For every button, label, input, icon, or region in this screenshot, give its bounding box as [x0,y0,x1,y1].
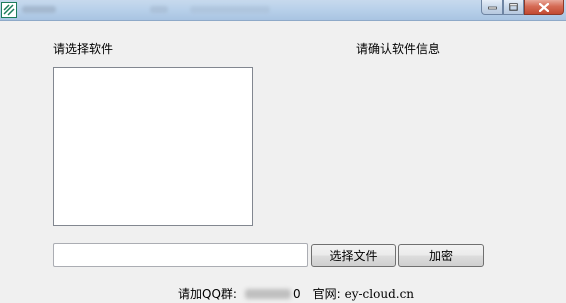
title-bar[interactable] [0,0,566,21]
qq-group-label: 请加QQ群: [178,287,237,301]
encrypt-button[interactable]: 加密 [398,244,484,267]
close-icon [539,2,549,12]
website-link[interactable]: ey-cloud.cn [345,287,414,301]
maximize-button[interactable] [503,0,524,15]
select-file-button[interactable]: 选择文件 [311,244,396,267]
website-label: 官网: [312,287,341,301]
file-path-input[interactable] [53,243,308,267]
main-window: 请选择软件 请确认软件信息 选择文件 加密 请加QQ群: 0 官网: ey-cl… [0,0,566,303]
minimize-icon [487,6,497,10]
qq-group-number-blurred [244,288,291,299]
app-logo-icon [1,2,17,18]
close-button[interactable] [524,0,564,15]
footer-info: 请加QQ群: 0 官网: ey-cloud.cn [178,285,414,302]
confirm-info-label: 请确认软件信息 [356,42,441,56]
window-title-blurred [22,6,56,13]
software-list[interactable] [53,67,253,226]
qq-group-number-tail: 0 [292,286,301,301]
minimize-button[interactable] [481,0,503,15]
select-software-label: 请选择软件 [53,42,114,56]
title-blur-mark [150,6,168,13]
title-blur-mark [190,6,270,13]
maximize-icon [509,3,518,11]
